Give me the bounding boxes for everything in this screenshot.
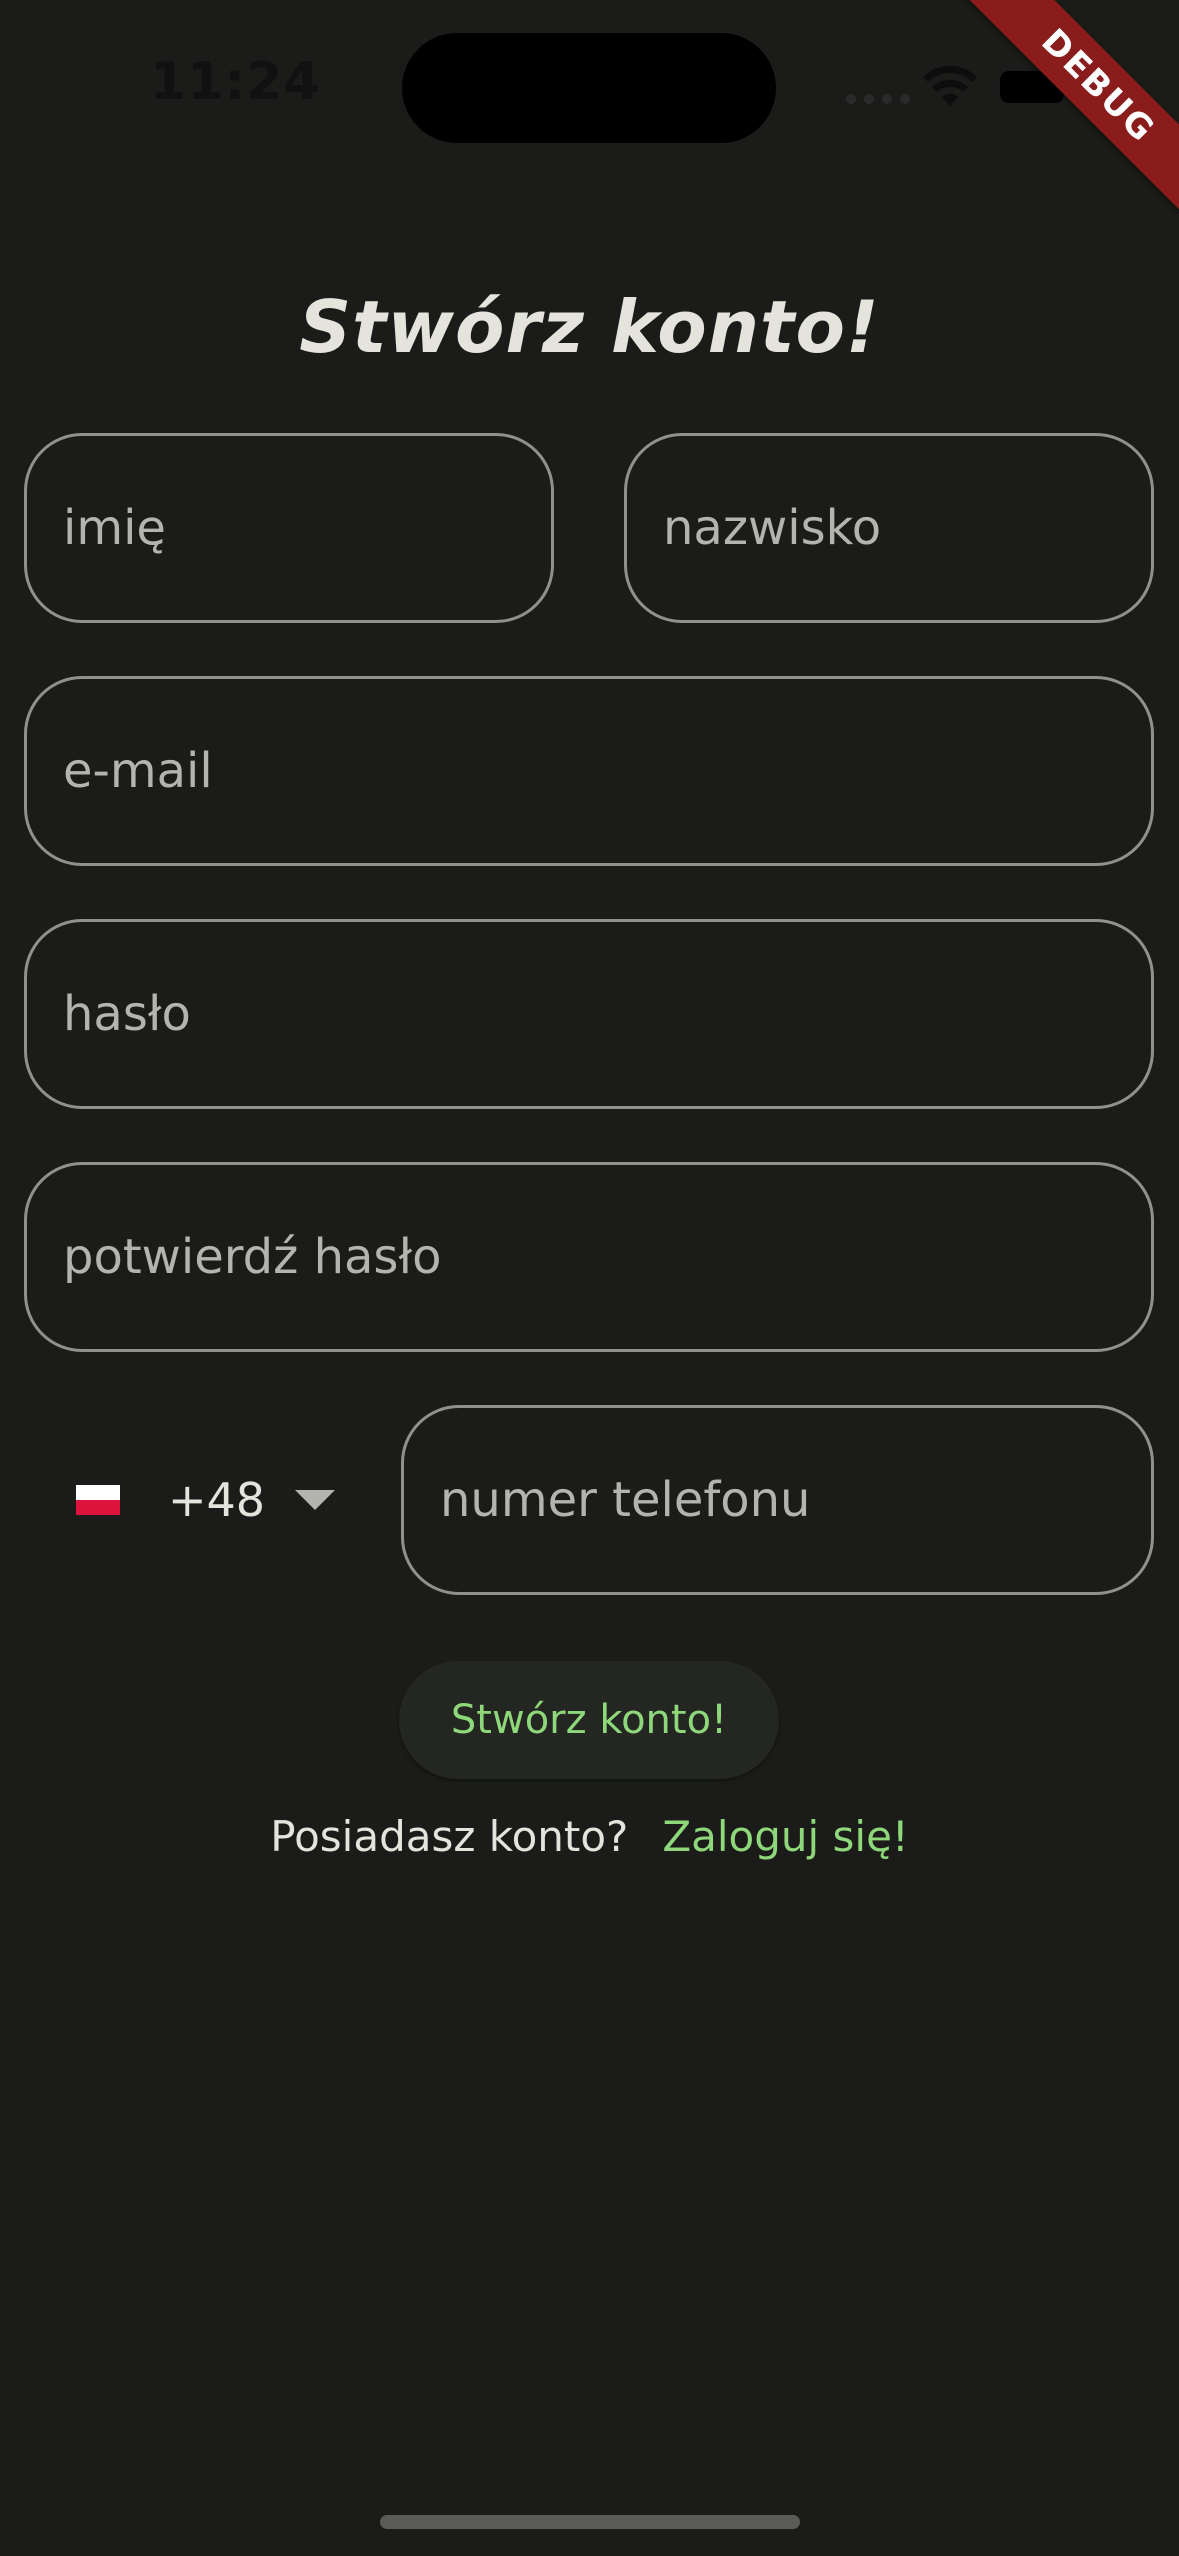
- first-name-field[interactable]: [24, 433, 554, 623]
- last-name-field[interactable]: [624, 433, 1154, 623]
- poland-flag-icon: [76, 1485, 120, 1515]
- dynamic-island: [402, 33, 776, 143]
- login-prompt: Posiadasz konto? Zaloguj się!: [0, 1812, 1179, 1861]
- password-field[interactable]: [24, 919, 1154, 1109]
- phone-number-field[interactable]: [401, 1405, 1154, 1595]
- password-input[interactable]: [61, 985, 1151, 1043]
- email-input[interactable]: [61, 742, 1151, 800]
- login-question: Posiadasz konto?: [270, 1812, 629, 1861]
- debug-banner: DEBUG: [960, 0, 1179, 224]
- confirm-password-field[interactable]: [24, 1162, 1154, 1352]
- email-field[interactable]: [24, 676, 1154, 866]
- sign-up-screen: 11:24 DEBUG Stwórz konto! +48: [0, 0, 1179, 2556]
- dial-code: +48: [168, 1473, 266, 1527]
- page-title: Stwórz konto!: [299, 285, 880, 369]
- home-indicator[interactable]: [380, 2515, 800, 2529]
- last-name-input[interactable]: [661, 499, 1151, 557]
- country-code-picker[interactable]: +48: [70, 1440, 336, 1560]
- phone-number-input[interactable]: [438, 1471, 1151, 1529]
- cellular-signal-icon: [846, 94, 910, 104]
- first-name-input[interactable]: [61, 499, 551, 557]
- confirm-password-input[interactable]: [61, 1228, 1151, 1286]
- dropdown-arrow-icon: [295, 1490, 336, 1510]
- wifi-icon: [923, 66, 977, 106]
- status-time: 11:24: [150, 52, 321, 112]
- create-account-button[interactable]: Stwórz konto!: [399, 1661, 779, 1779]
- login-link[interactable]: Zaloguj się!: [662, 1812, 908, 1861]
